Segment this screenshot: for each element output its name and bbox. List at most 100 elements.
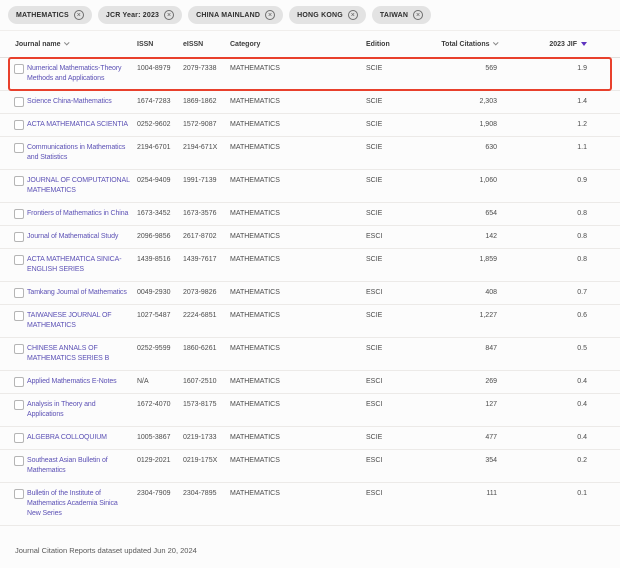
table-row: TAIWANESE JOURNAL OF MATHEMATICS1027-548… (0, 305, 620, 338)
total-citations-cell: 630 (430, 143, 500, 153)
row-checkbox[interactable] (14, 143, 24, 153)
journal-name-link[interactable]: Southeast Asian Bulletin of Mathematics (27, 456, 137, 476)
chip-close-icon[interactable]: × (265, 10, 275, 20)
sort-icon (493, 40, 498, 45)
row-checkbox[interactable] (14, 456, 24, 466)
row-checkbox-cell (0, 64, 27, 74)
sort-icon (64, 40, 69, 45)
eissn-cell: 1573-8175 (183, 400, 230, 410)
total-citations-cell: 2,303 (430, 97, 500, 107)
table-row: ALGEBRA COLLOQUIUM1005-38670219-1733MATH… (0, 427, 620, 450)
row-checkbox[interactable] (14, 255, 24, 265)
table-row: Science China-Mathematics1674-72831869-1… (0, 91, 620, 114)
row-checkbox[interactable] (14, 64, 24, 74)
journal-name-link[interactable]: Tamkang Journal of Mathematics (27, 288, 137, 298)
column-header-label: Total Citations (441, 41, 489, 48)
column-header-label: Edition (366, 41, 390, 48)
row-checkbox[interactable] (14, 209, 24, 219)
jif-cell: 0.5 (500, 344, 590, 354)
total-citations-cell: 1,060 (430, 176, 500, 186)
eissn-cell: 2073-9826 (183, 288, 230, 298)
row-checkbox-cell (0, 232, 27, 242)
total-citations-cell: 127 (430, 400, 500, 410)
eissn-cell: 1607-2510 (183, 377, 230, 387)
journal-name-link[interactable]: JOURNAL OF COMPUTATIONAL MATHEMATICS (27, 176, 137, 196)
category-cell: MATHEMATICS (230, 456, 360, 466)
row-checkbox-cell (0, 400, 27, 410)
row-checkbox-cell (0, 209, 27, 219)
journal-name-link[interactable]: Bulletin of the Institute of Mathematics… (27, 489, 137, 519)
row-checkbox[interactable] (14, 433, 24, 443)
column-header-edition: Edition (360, 41, 430, 48)
jif-cell: 0.4 (500, 400, 590, 410)
row-checkbox[interactable] (14, 288, 24, 298)
filter-chip-hong-kong[interactable]: HONG KONG× (289, 6, 366, 24)
filter-chip-mathematics[interactable]: MATHEMATICS× (8, 6, 92, 24)
journal-name-link[interactable]: Applied Mathematics E-Notes (27, 377, 137, 387)
column-header-journal-name[interactable]: Journal name (0, 41, 137, 48)
row-checkbox-cell (0, 311, 27, 321)
issn-cell: 0252-9602 (137, 120, 183, 130)
edition-cell: SCIE (360, 255, 430, 265)
row-checkbox[interactable] (14, 489, 24, 499)
row-checkbox-cell (0, 344, 27, 354)
filter-chip-china-mainland[interactable]: CHINA MAINLAND × (188, 6, 283, 24)
column-header-total-citations[interactable]: Total Citations (430, 41, 500, 48)
category-cell: MATHEMATICS (230, 400, 360, 410)
row-checkbox[interactable] (14, 377, 24, 387)
journal-name-link[interactable]: Communications in Mathematics and Statis… (27, 143, 137, 163)
eissn-cell: 2079-7338 (183, 64, 230, 74)
dataset-updated-note: Journal Citation Reports dataset updated… (15, 546, 620, 555)
row-checkbox-cell (0, 176, 27, 186)
row-checkbox-cell (0, 97, 27, 107)
chip-close-icon[interactable]: × (74, 10, 84, 20)
journal-name-link[interactable]: Numerical Mathematics-Theory Methods and… (27, 64, 137, 84)
category-cell: MATHEMATICS (230, 120, 360, 130)
table-row: Southeast Asian Bulletin of Mathematics0… (0, 450, 620, 483)
journal-name-link[interactable]: ACTA MATHEMATICA SINICA-ENGLISH SERIES (27, 255, 137, 275)
category-cell: MATHEMATICS (230, 344, 360, 354)
edition-cell: ESCI (360, 232, 430, 242)
category-cell: MATHEMATICS (230, 209, 360, 219)
journal-name-link[interactable]: ACTA MATHEMATICA SCIENTIA (27, 120, 137, 130)
edition-cell: SCIE (360, 209, 430, 219)
table-row: Frontiers of Mathematics in China1673-34… (0, 203, 620, 226)
issn-cell: N/A (137, 377, 183, 387)
chip-close-icon[interactable]: × (348, 10, 358, 20)
issn-cell: 0252-9599 (137, 344, 183, 354)
total-citations-cell: 569 (430, 64, 500, 74)
edition-cell: ESCI (360, 456, 430, 466)
journal-name-link[interactable]: Science China-Mathematics (27, 97, 137, 107)
row-checkbox-cell (0, 489, 27, 499)
row-checkbox[interactable] (14, 176, 24, 186)
journal-name-link[interactable]: Journal of Mathematical Study (27, 232, 137, 242)
table-row: CHINESE ANNALS OF MATHEMATICS SERIES B02… (0, 338, 620, 371)
row-checkbox[interactable] (14, 344, 24, 354)
filter-chip-label: CHINA MAINLAND (196, 12, 260, 19)
edition-cell: ESCI (360, 377, 430, 387)
filter-chip-jcr-year-2023[interactable]: JCR Year: 2023× (98, 6, 182, 24)
filter-chip-label: TAIWAN (380, 12, 408, 19)
issn-cell: 1005-3867 (137, 433, 183, 443)
row-checkbox[interactable] (14, 311, 24, 321)
chip-close-icon[interactable]: × (164, 10, 174, 20)
eissn-cell: 0219-1733 (183, 433, 230, 443)
total-citations-cell: 1,859 (430, 255, 500, 265)
row-checkbox[interactable] (14, 97, 24, 107)
journal-name-link[interactable]: TAIWANESE JOURNAL OF MATHEMATICS (27, 311, 137, 331)
table-row: Numerical Mathematics-Theory Methods and… (0, 58, 620, 91)
journal-name-link[interactable]: Analysis in Theory and Applications (27, 400, 137, 420)
row-checkbox[interactable] (14, 120, 24, 130)
total-citations-cell: 269 (430, 377, 500, 387)
journal-name-link[interactable]: ALGEBRA COLLOQUIUM (27, 433, 137, 443)
filter-chip-taiwan[interactable]: TAIWAN × (372, 6, 431, 24)
issn-cell: 0049-2930 (137, 288, 183, 298)
category-cell: MATHEMATICS (230, 176, 360, 186)
journal-name-link[interactable]: CHINESE ANNALS OF MATHEMATICS SERIES B (27, 344, 137, 364)
row-checkbox[interactable] (14, 400, 24, 410)
row-checkbox[interactable] (14, 232, 24, 242)
issn-cell: 1004-8979 (137, 64, 183, 74)
journal-name-link[interactable]: Frontiers of Mathematics in China (27, 209, 137, 219)
column-header-2023-jif[interactable]: 2023 JIF (500, 41, 590, 48)
chip-close-icon[interactable]: × (413, 10, 423, 20)
